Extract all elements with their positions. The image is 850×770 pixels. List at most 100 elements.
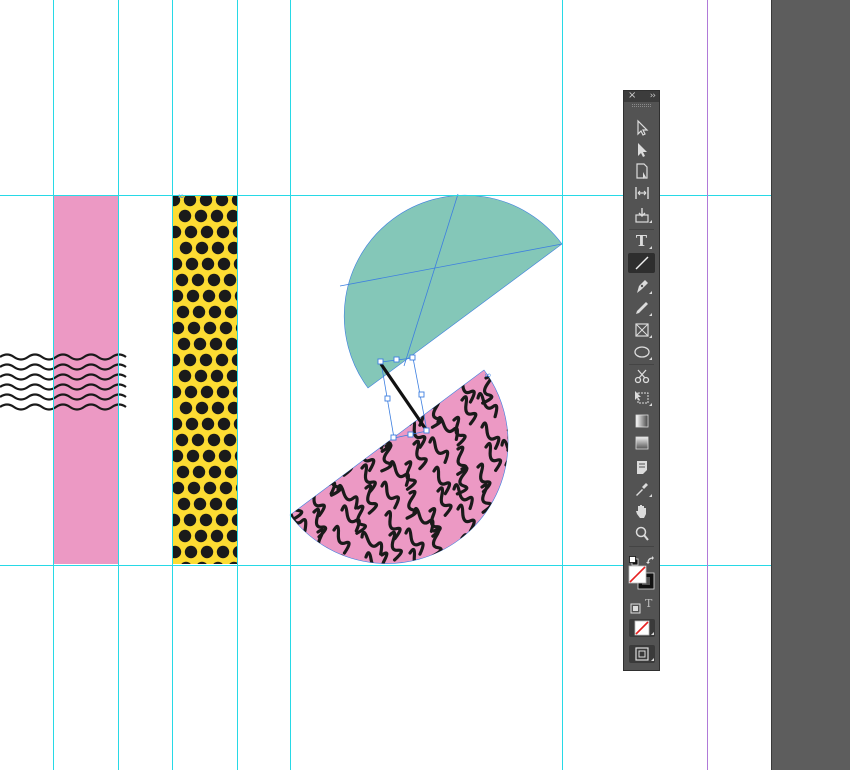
polka-dot xyxy=(185,417,199,431)
tools-panel[interactable]: × ›› T T xyxy=(623,90,660,671)
polka-dot xyxy=(231,353,237,367)
squiggle-stroke xyxy=(316,399,329,430)
polka-dot xyxy=(202,449,216,463)
pencil-tool-icon[interactable] xyxy=(628,298,655,318)
formatting-container-icon[interactable] xyxy=(630,599,641,614)
squiggle-stroke xyxy=(460,533,478,564)
polka-dot xyxy=(208,465,222,479)
squiggle-stroke xyxy=(436,553,460,564)
polka-dot xyxy=(200,545,214,559)
squiggle-stroke xyxy=(504,459,509,488)
polka-dot xyxy=(224,465,237,479)
panel-grip[interactable] xyxy=(632,104,651,107)
polka-dot xyxy=(192,305,206,319)
vertical-guide[interactable] xyxy=(118,0,119,770)
pink-squiggle-half-circle[interactable]: ∞ xyxy=(284,366,526,607)
vertical-guide[interactable] xyxy=(53,0,54,770)
polka-dot xyxy=(187,321,201,335)
rectangle-frame-tool-icon[interactable] xyxy=(628,320,655,340)
polka-dot xyxy=(199,513,213,527)
apply-none-icon[interactable] xyxy=(629,619,655,637)
squiggle-stroke xyxy=(313,573,336,603)
note-tool-icon[interactable] xyxy=(628,457,655,477)
type-tool-icon[interactable]: T xyxy=(628,231,655,251)
tools-separator xyxy=(629,364,654,365)
squiggle-stroke xyxy=(290,460,303,492)
direct-selection-tool-icon[interactable] xyxy=(628,140,655,160)
vertical-guide[interactable] xyxy=(562,0,563,770)
zoom-tool-icon[interactable] xyxy=(628,524,655,544)
polka-dot xyxy=(172,353,181,367)
squiggle-stroke xyxy=(412,377,435,404)
squiggle-stroke xyxy=(501,565,525,595)
teal-half-circle[interactable] xyxy=(339,193,563,389)
polka-dot xyxy=(172,321,185,335)
polka-dot xyxy=(199,353,213,367)
pasteboard[interactable] xyxy=(771,0,850,770)
formatting-text-icon[interactable]: T xyxy=(645,597,657,611)
polka-dot xyxy=(186,289,200,303)
squiggle-stroke xyxy=(290,440,302,471)
squiggle-stroke xyxy=(286,571,300,598)
vertical-guide[interactable] xyxy=(290,0,291,770)
squiggle-stroke xyxy=(336,416,353,448)
polka-dot xyxy=(178,369,192,383)
vertical-guide[interactable] xyxy=(237,0,238,770)
panel-titlebar[interactable]: × ›› xyxy=(624,89,659,103)
polka-dot xyxy=(227,241,237,255)
polka-dot xyxy=(201,417,215,431)
squiggle-stroke xyxy=(336,576,356,606)
pen-tool-icon[interactable] xyxy=(628,276,655,296)
gradient-swatch-tool-icon[interactable] xyxy=(628,411,655,431)
ellipse-tool-icon[interactable] xyxy=(628,342,655,362)
polka-dot xyxy=(210,209,224,223)
vertical-guide[interactable] xyxy=(172,0,173,770)
collapse-icon[interactable]: ›› xyxy=(650,89,656,103)
squiggle-stroke xyxy=(476,530,499,557)
squiggle-stroke xyxy=(504,530,509,561)
polka-dot xyxy=(172,481,185,495)
polka-dot xyxy=(216,225,230,239)
gradient-feather-tool-icon[interactable] xyxy=(628,433,655,453)
page-tool-icon[interactable] xyxy=(628,161,655,181)
polka-dot xyxy=(183,513,197,527)
polka-dot xyxy=(218,289,232,303)
polka-dot xyxy=(223,433,237,447)
gap-tool-icon[interactable] xyxy=(628,183,655,203)
content-collector-tool-icon[interactable] xyxy=(628,205,655,225)
tools-separator xyxy=(629,229,654,230)
squiggle-stroke xyxy=(412,579,428,607)
polka-dot xyxy=(203,481,217,495)
line-tool-icon[interactable] xyxy=(628,253,655,273)
polka-dot xyxy=(200,225,214,239)
polka-dot xyxy=(203,321,217,335)
fill-stroke-swatch-icon[interactable] xyxy=(628,565,656,591)
squiggle-stroke xyxy=(486,572,501,600)
eyedropper-tool-icon[interactable] xyxy=(628,479,655,499)
squiggle-stroke xyxy=(510,489,527,518)
polka-dot xyxy=(194,529,208,543)
polka-dot xyxy=(179,241,193,255)
hand-tool-icon[interactable] xyxy=(628,501,655,521)
polka-dot xyxy=(232,546,237,558)
polka-dot xyxy=(227,401,237,415)
polka-dot xyxy=(202,289,216,303)
polka-dot xyxy=(211,241,225,255)
free-transform-tool-icon[interactable] xyxy=(628,388,655,408)
close-icon[interactable]: × xyxy=(628,89,636,103)
polka-dot xyxy=(172,225,182,239)
squiggle-stroke xyxy=(500,509,509,540)
swap-fill-stroke-icon[interactable] xyxy=(646,551,656,564)
selection-tool-icon[interactable] xyxy=(628,118,655,138)
screen-mode-icon[interactable] xyxy=(629,645,655,663)
scissors-tool-icon[interactable] xyxy=(628,366,655,386)
polka-dot xyxy=(211,401,225,415)
default-fill-stroke-icon[interactable] xyxy=(629,551,639,566)
polka-dot xyxy=(219,321,233,335)
svg-text:∞: ∞ xyxy=(484,371,492,381)
polka-dot xyxy=(185,257,199,271)
polka-dot xyxy=(172,513,181,527)
squiggle-stroke xyxy=(292,548,312,564)
polka-dot xyxy=(233,418,237,430)
polka-dot xyxy=(219,481,233,495)
